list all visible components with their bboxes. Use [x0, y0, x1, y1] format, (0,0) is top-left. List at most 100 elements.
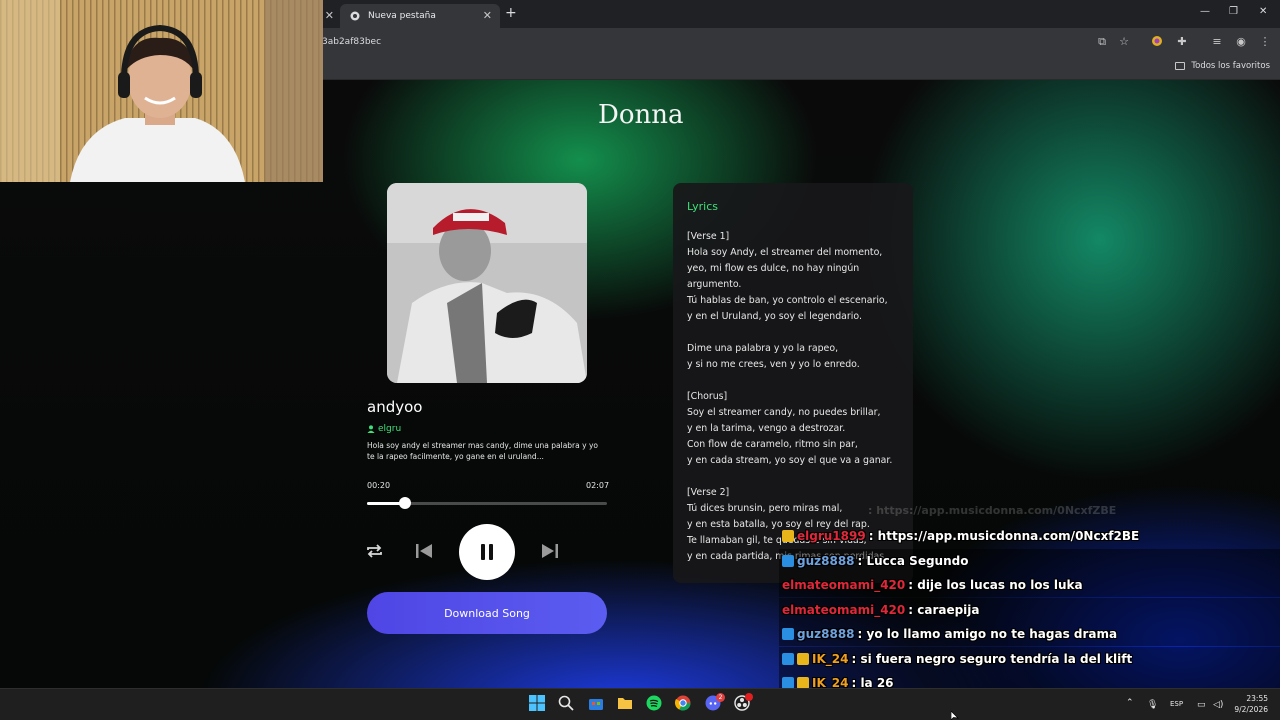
chat-message: elmateomami_420: caraepija — [779, 597, 1280, 622]
pause-button[interactable] — [459, 524, 515, 580]
tab-title: Nueva pestaña — [368, 11, 436, 21]
lyrics-line — [687, 373, 909, 389]
chat-message: IK_24: si fuera negro seguro tendría la … — [779, 646, 1280, 671]
next-button[interactable] — [541, 543, 559, 563]
lyrics-line — [687, 469, 909, 485]
skip-back-icon — [416, 544, 432, 558]
microphone-icon[interactable]: 🎙 — [1147, 700, 1158, 710]
close-tab-icon[interactable]: ✕ — [325, 9, 334, 22]
lyrics-line: Hola soy Andy, el streamer del momento, — [687, 247, 883, 258]
song-title: andyoo — [367, 398, 423, 416]
current-time: 00:20 — [367, 481, 391, 490]
chat-message: elmateomami_420: dije los lucas no los l… — [779, 573, 1280, 597]
download-song-button[interactable]: Download Song — [367, 592, 607, 634]
lyrics-line: y en la tarima, vengo a destrozar. — [687, 423, 846, 434]
crown-badge-icon — [797, 652, 809, 665]
pause-icon — [481, 544, 493, 560]
stream-chat-overlay: elgru1899: https://app.musicdonna.com/0N… — [779, 524, 1280, 720]
chat-message: elgru1899: https://app.musicdonna.com/0N… — [779, 524, 1280, 548]
lyrics-line: Dime una palabra y yo la rapeo, — [687, 343, 839, 354]
chat-text: : https://app.musicdonna.com/0Ncxf2BE — [868, 529, 1140, 543]
previous-tab[interactable]: ✕ — [322, 4, 336, 28]
chat-username[interactable]: elmateomami_420 — [782, 603, 905, 617]
repeat-button[interactable] — [366, 543, 383, 563]
chat-username[interactable]: elmateomami_420 — [782, 578, 905, 592]
album-art — [387, 183, 587, 383]
chrome-taskbar-button[interactable] — [674, 695, 693, 713]
url-text[interactable]: 3ab2af83bec — [322, 37, 381, 47]
progress-slider[interactable] — [367, 497, 607, 509]
store-app-button[interactable] — [588, 695, 606, 713]
extensions-puzzle-icon[interactable]: ✚ — [1175, 35, 1189, 49]
folder-icon — [1175, 62, 1186, 70]
language-indicator[interactable]: ESP — [1170, 700, 1183, 708]
chat-username[interactable]: guz8888 — [797, 554, 855, 568]
prime-badge-icon — [782, 554, 794, 567]
search-taskbar-button[interactable] — [558, 695, 576, 713]
volume-icon[interactable]: ◁) — [1213, 700, 1223, 710]
lyrics-line: yeo, mi flow es dulce, no hay ningún — [687, 263, 860, 274]
translate-icon[interactable]: ⧉ — [1095, 35, 1109, 49]
chat-username[interactable]: elgru1899 — [797, 529, 866, 543]
close-tab-icon[interactable]: ✕ — [483, 9, 492, 22]
prime-badge-icon — [782, 628, 794, 640]
chat-username[interactable]: IK_24 — [812, 652, 848, 666]
windows-taskbar — [0, 688, 1280, 720]
tab-new-tab[interactable]: Nueva pestaña ✕ — [340, 4, 500, 28]
media-controls-icon[interactable]: ≡ — [1210, 35, 1224, 49]
close-window-button[interactable]: ✕ — [1259, 6, 1267, 17]
lyrics-line: y en cada stream, yo soy el que va a gan… — [687, 455, 893, 466]
lyrics-line: [Verse 1] — [687, 231, 730, 242]
bookmark-star-icon[interactable]: ☆ — [1117, 35, 1131, 49]
chat-message: guz8888: Lucca Segundo — [779, 548, 1280, 573]
lyrics-line: y en el Uruland, yo soy el legendario. — [687, 311, 862, 322]
progress-knob[interactable] — [398, 497, 411, 509]
network-icon[interactable]: ▭ — [1197, 700, 1206, 710]
lyrics-heading: Lyrics — [687, 200, 718, 213]
webcam-overlay — [0, 0, 323, 182]
brand-logo[interactable]: Donna — [598, 100, 684, 130]
chat-ghost-text: : https://app.musicdonna.com/0NcxfZBE — [868, 504, 1117, 517]
all-bookmarks-label: Todos los favoritos — [1191, 61, 1270, 71]
lyrics-panel: Lyrics [Verse 1] Hola soy Andy, el stream… — [673, 183, 913, 583]
store-icon — [589, 699, 603, 710]
start-button[interactable] — [529, 695, 547, 713]
folder-icon — [618, 698, 632, 709]
minimize-button[interactable]: — — [1200, 6, 1210, 17]
recording-dot — [745, 693, 753, 701]
previous-button[interactable] — [415, 543, 433, 563]
restore-button[interactable]: ❐ — [1229, 6, 1238, 17]
chat-message: guz8888: yo lo llamo amigo no te hagas d… — [779, 622, 1280, 646]
chat-text: : caraepija — [908, 602, 980, 617]
prime-badge-icon — [782, 652, 794, 665]
mouse-cursor — [951, 711, 959, 720]
lyrics-line: y si no me crees, ven y yo lo enredo. — [687, 359, 860, 370]
lyrics-line: Soy el streamer candy, no puedes brillar… — [687, 407, 881, 418]
file-explorer-button[interactable] — [617, 695, 635, 713]
crown-badge-icon — [782, 530, 794, 542]
repeat-icon — [367, 544, 382, 558]
clock-time: 23:55 — [1246, 694, 1268, 703]
tray-chevron-icon[interactable]: ⌃ — [1126, 698, 1134, 708]
lyrics-line: Tú hablas de ban, yo controlo el escenar… — [687, 295, 888, 306]
chat-username[interactable]: guz8888 — [797, 627, 855, 641]
lyrics-line: argumento. — [687, 279, 742, 290]
artist-name: elgru — [378, 424, 402, 434]
lyrics-line: Con flow de caramelo, ritmo sin par, — [687, 439, 858, 450]
new-tab-button[interactable]: + — [505, 5, 517, 21]
extension-color-icon[interactable] — [1150, 35, 1164, 49]
all-bookmarks-button[interactable]: Todos los favoritos — [1175, 61, 1270, 71]
chrome-icon — [674, 695, 691, 711]
lyrics-line — [687, 325, 909, 341]
spotify-button[interactable] — [646, 695, 664, 713]
user-icon — [367, 425, 375, 433]
windows-logo-icon — [529, 695, 545, 711]
system-clock[interactable]: 23:55 9/2/2026 — [1232, 693, 1268, 715]
profile-icon[interactable]: ◉ — [1234, 35, 1248, 49]
chat-text: : yo lo llamo amigo no te hagas drama — [857, 627, 1118, 641]
artist-link[interactable]: elgru — [367, 424, 401, 434]
chat-text: : dije los lucas no los luka — [908, 578, 1083, 592]
menu-kebab-icon[interactable]: ⋮ — [1258, 35, 1272, 49]
lyrics-line: [Chorus] — [687, 391, 728, 402]
search-icon — [558, 695, 574, 711]
